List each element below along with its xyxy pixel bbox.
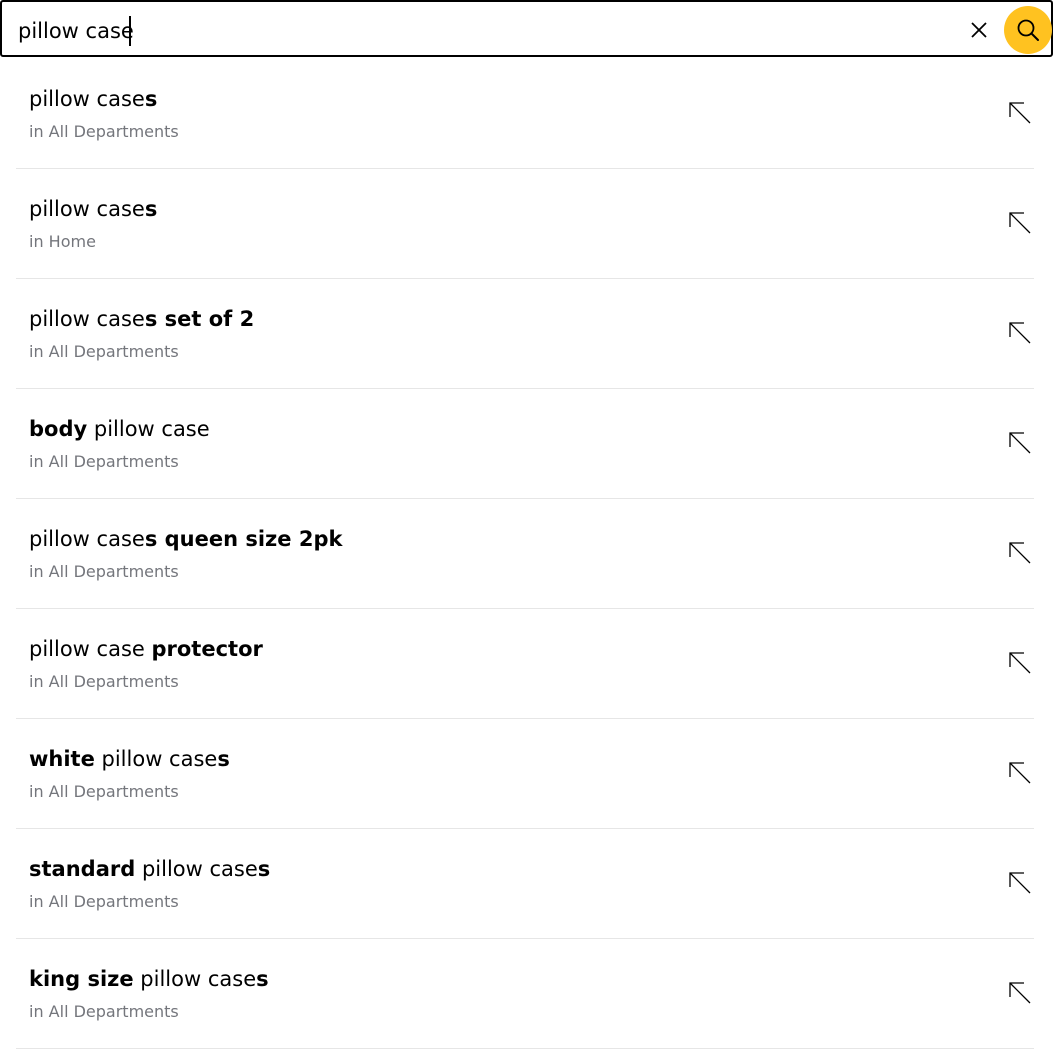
suggestion-item[interactable]: pillow case protector in All Departments — [16, 609, 1034, 719]
suggestion-item[interactable]: white pillow cases in All Departments — [16, 719, 1034, 829]
suggestion-text-part: pillow case — [94, 747, 218, 771]
search-bar: pillow case — [0, 0, 1053, 57]
text-caret — [129, 16, 131, 46]
fill-query-button[interactable] — [1006, 649, 1034, 677]
suggestion-text-part: pillow case — [133, 967, 257, 991]
suggestion-text: pillow cases queen size 2pk — [29, 525, 342, 553]
arrow-up-left-icon — [1009, 652, 1031, 674]
suggestion-item[interactable]: pillow cases set of 2 in All Departments — [16, 279, 1034, 389]
fill-query-button[interactable] — [1006, 759, 1034, 787]
suggestion-text: standard pillow cases — [29, 855, 270, 883]
arrow-up-left-icon — [1009, 762, 1031, 784]
suggestion-department: in All Departments — [29, 342, 179, 361]
suggestion-item[interactable]: king size pillow cases in All Departments — [16, 939, 1034, 1049]
clear-search-button[interactable] — [964, 15, 994, 45]
suggestion-department: in All Departments — [29, 672, 179, 691]
suggestion-text: body pillow case — [29, 415, 210, 443]
arrow-up-left-icon — [1009, 102, 1031, 124]
suggestion-text: pillow cases set of 2 — [29, 305, 254, 333]
arrow-up-left-icon — [1009, 432, 1031, 454]
suggestion-text-part: pillow case — [135, 857, 258, 881]
fill-query-button[interactable] — [1006, 429, 1034, 457]
suggestion-department: in All Departments — [29, 782, 179, 801]
suggestion-text-bold-part: s — [257, 857, 271, 881]
suggestion-text-bold-part: s — [144, 197, 158, 221]
suggestion-text-bold-part: king size — [29, 967, 134, 991]
suggestion-department: in All Departments — [29, 562, 179, 581]
suggestion-text: pillow cases — [29, 195, 157, 223]
suggestion-item[interactable]: pillow cases in Home — [16, 169, 1034, 279]
suggestion-item[interactable]: body pillow case in All Departments — [16, 389, 1034, 499]
search-input[interactable]: pillow case — [18, 17, 134, 45]
suggestion-department: in Home — [29, 232, 96, 251]
suggestion-text-bold-part: s — [256, 967, 269, 991]
suggestion-text-part: pillow case — [87, 417, 210, 441]
fill-query-button[interactable] — [1006, 979, 1034, 1007]
suggestion-list: pillow cases in All Departments pillow cas… — [16, 59, 1034, 1049]
suggestion-text-part: pillow case — [29, 307, 145, 331]
fill-query-button[interactable] — [1006, 539, 1034, 567]
arrow-up-left-icon — [1009, 542, 1031, 564]
fill-query-button[interactable] — [1006, 869, 1034, 897]
suggestion-text-part: pillow case — [29, 87, 145, 111]
suggestion-department: in All Departments — [29, 1002, 179, 1021]
suggestion-department: in All Departments — [29, 452, 179, 471]
suggestion-item[interactable]: standard pillow cases in All Departments — [16, 829, 1034, 939]
arrow-up-left-icon — [1009, 872, 1031, 894]
search-icon — [1017, 19, 1039, 41]
fill-query-button[interactable] — [1006, 319, 1034, 347]
suggestion-text-bold-part: standard — [29, 857, 136, 881]
suggestion-text: pillow cases — [29, 85, 157, 113]
search-submit-button[interactable] — [1004, 6, 1052, 54]
suggestion-text-bold-part: white — [29, 747, 95, 771]
suggestion-text-bold-part: body — [29, 417, 88, 441]
suggestion-text-bold-part: s set of 2 — [144, 307, 255, 331]
suggestion-text-part: pillow case — [29, 527, 145, 551]
suggestion-text-bold-part: s — [217, 747, 230, 771]
suggestion-text-bold-part: protector — [151, 637, 263, 661]
suggestion-department: in All Departments — [29, 892, 179, 911]
suggestion-text: king size pillow cases — [29, 965, 269, 993]
fill-query-button[interactable] — [1006, 99, 1034, 127]
arrow-up-left-icon — [1009, 322, 1031, 344]
suggestion-item[interactable]: pillow cases in All Departments — [16, 59, 1034, 169]
suggestion-text-bold-part: s — [144, 87, 158, 111]
suggestion-text: pillow case protector — [29, 635, 263, 663]
suggestion-text: white pillow cases — [29, 745, 230, 773]
suggestion-text-bold-part: s queen size 2pk — [144, 527, 343, 551]
suggestion-department: in All Departments — [29, 122, 179, 141]
fill-query-button[interactable] — [1006, 209, 1034, 237]
close-icon — [971, 22, 987, 38]
suggestion-item[interactable]: pillow cases queen size 2pk in All Depart… — [16, 499, 1034, 609]
arrow-up-left-icon — [1009, 982, 1031, 1004]
suggestion-text-part: pillow case — [29, 637, 152, 661]
suggestion-text-part: pillow case — [29, 197, 145, 221]
arrow-up-left-icon — [1009, 212, 1031, 234]
